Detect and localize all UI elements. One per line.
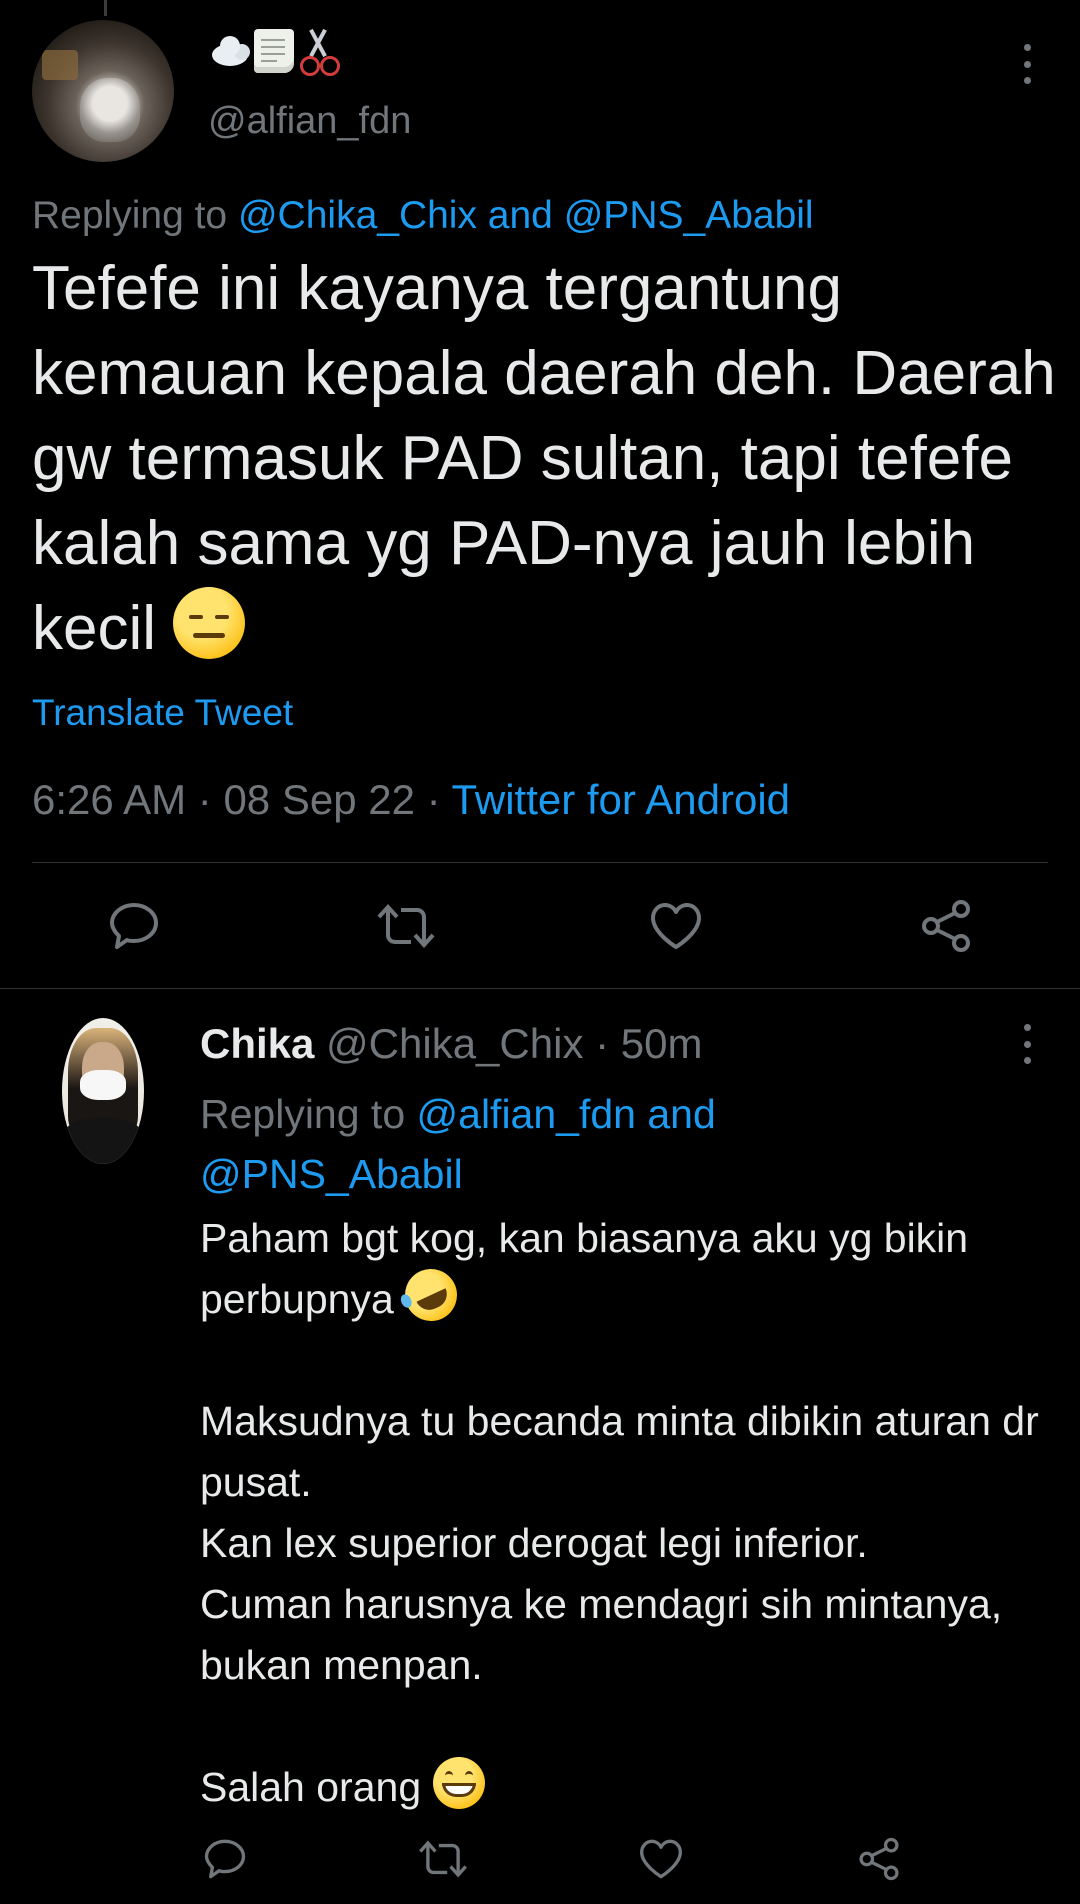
translate-tweet-link[interactable]: Translate Tweet <box>32 692 293 734</box>
reply-paragraph: Paham bgt kog, kan biasanya aku yg bikin… <box>200 1208 1060 1330</box>
retweet-icon[interactable] <box>376 896 436 956</box>
share-icon[interactable] <box>854 1834 904 1884</box>
reply-line: Cuman harusnya ke mendagri sih mintanya,… <box>200 1581 1003 1688</box>
mention-alfian-fdn[interactable]: @alfian_fdn <box>417 1091 636 1137</box>
cloud-emoji-icon <box>208 34 252 68</box>
reply-paragraph: Salah orang <box>200 1757 1060 1818</box>
header-separator: · <box>583 1020 621 1067</box>
reply-line: Maksudnya tu becanda minta dibikin atura… <box>200 1398 1039 1505</box>
replying-to: Replying to @alfian_fdn and @PNS_Ababil <box>200 1084 716 1204</box>
reply-line: Kan lex superior derogat legi inferior. <box>200 1520 868 1566</box>
replying-and-label[interactable]: and <box>477 194 564 237</box>
like-icon[interactable] <box>636 1834 686 1884</box>
display-name[interactable]: Chika <box>200 1020 314 1067</box>
reply-icon[interactable] <box>106 896 162 956</box>
divider <box>32 862 1048 863</box>
avatar-body <box>62 1118 144 1164</box>
mention-chika-chix[interactable]: @Chika_Chix <box>238 194 477 237</box>
reply-blank-line <box>200 1696 1060 1757</box>
reply-paragraph: Maksudnya tu becanda minta dibikin atura… <box>200 1391 1060 1696</box>
reply-line: Salah orang <box>200 1764 433 1810</box>
tweet-metadata: 6:26 AM · 08 Sep 22 · Twitter for Androi… <box>32 776 790 824</box>
retweet-icon[interactable] <box>416 1834 470 1884</box>
avatar[interactable] <box>62 1018 144 1164</box>
expressionless-face-emoji-icon <box>173 587 246 659</box>
user-handle[interactable]: @Chika_Chix <box>314 1020 583 1067</box>
rolling-on-floor-laughing-emoji-icon <box>396 1260 466 1330</box>
replying-to-label: Replying to <box>32 194 238 237</box>
scroll-emoji-icon <box>254 29 294 73</box>
like-icon[interactable] <box>646 896 706 956</box>
divider <box>0 988 1080 989</box>
replying-to: Replying to @Chika_Chix and @PNS_Ababil <box>32 194 814 238</box>
thread-connector-line <box>104 0 107 16</box>
tweet-text: Tefefe ini kayanya tergantung kemauan ke… <box>32 246 1062 671</box>
meta-separator: · <box>186 776 224 823</box>
display-name[interactable] <box>208 28 342 76</box>
user-handle[interactable]: @alfian_fdn <box>208 100 411 143</box>
reply-icon[interactable] <box>200 1834 250 1884</box>
avatar[interactable] <box>32 20 174 162</box>
tweet-date[interactable]: 08 Sep 22 <box>223 776 415 823</box>
scissors-emoji-icon <box>296 28 342 76</box>
tweet-source-link[interactable]: Twitter for Android <box>452 776 790 823</box>
tweet-age[interactable]: 50m <box>621 1020 703 1067</box>
reply-line: Paham bgt kog, kan biasanya aku yg bikin… <box>200 1215 969 1322</box>
tweet-time[interactable]: 6:26 AM <box>32 776 186 823</box>
mention-pns-ababil[interactable]: @PNS_Ababil <box>200 1151 463 1197</box>
avatar-mask <box>80 1070 126 1100</box>
avatar-cat <box>80 78 140 142</box>
replying-to-label: Replying to <box>200 1091 417 1137</box>
meta-separator: · <box>414 776 452 823</box>
share-icon[interactable] <box>916 896 976 956</box>
reply-text: Paham bgt kog, kan biasanya aku yg bikin… <box>200 1208 1060 1818</box>
more-options-icon[interactable] <box>1012 1024 1042 1064</box>
reply-blank-line <box>200 1330 1060 1391</box>
avatar-background <box>42 50 78 80</box>
grinning-face-emoji-icon <box>432 1757 485 1809</box>
reply-header: Chika @Chika_Chix · 50m <box>200 1020 702 1068</box>
replying-and-label[interactable]: and <box>636 1091 715 1137</box>
mention-pns-ababil[interactable]: @PNS_Ababil <box>564 194 814 237</box>
more-options-icon[interactable] <box>1012 44 1042 84</box>
